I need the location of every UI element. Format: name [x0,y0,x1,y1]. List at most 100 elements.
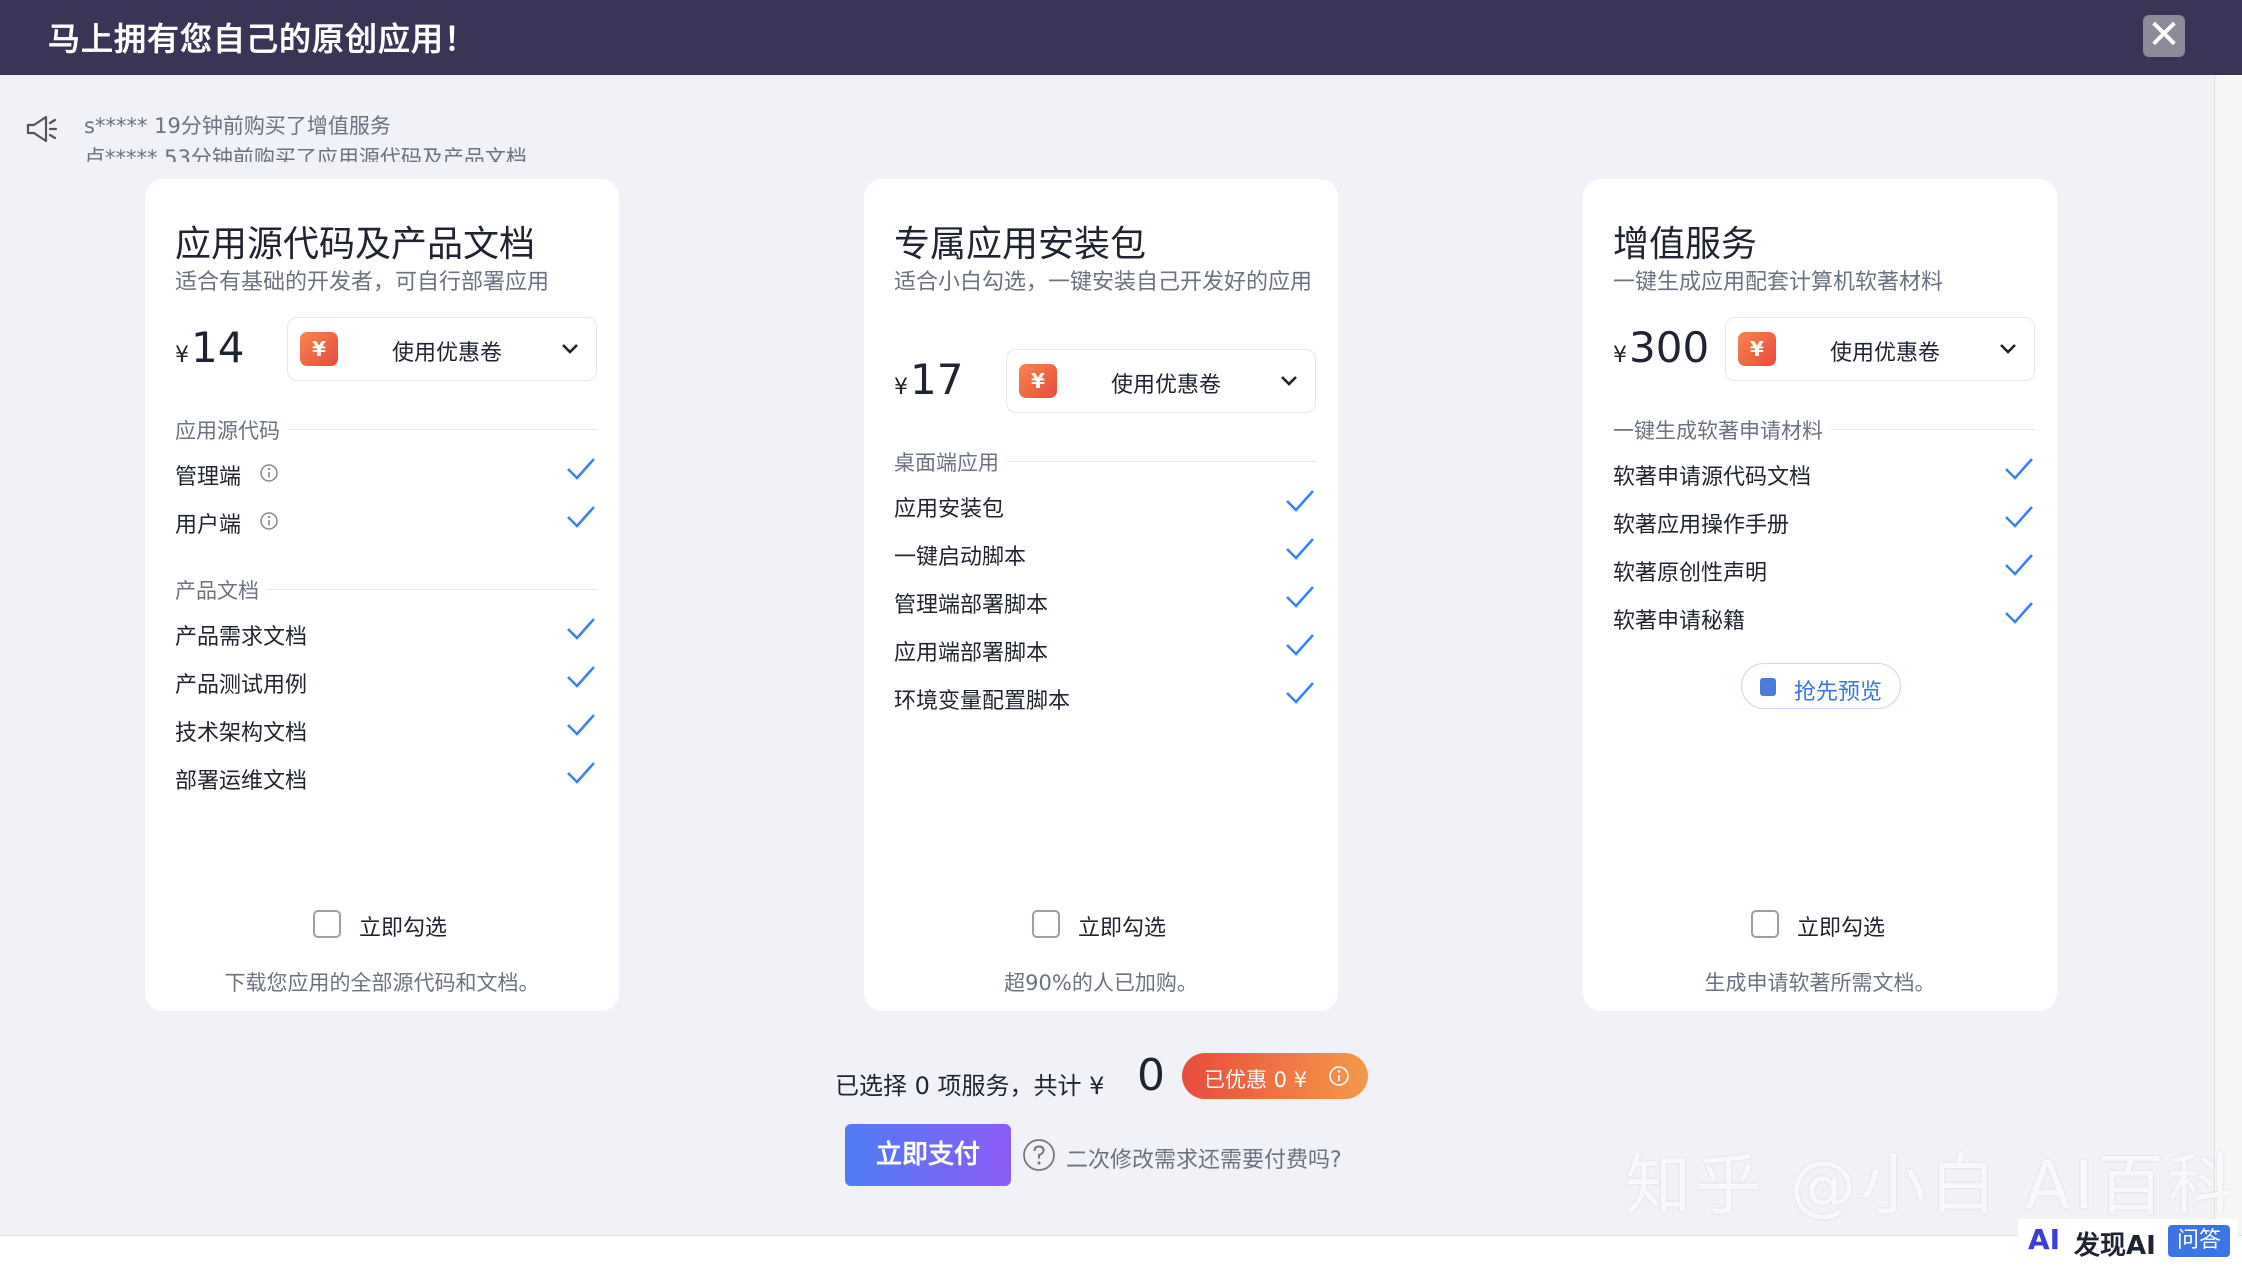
logo-badge: 问答 [2168,1225,2230,1257]
card-title: 专属应用安装包 [894,224,1147,265]
close-button[interactable]: ✕ [2143,15,2185,57]
card-subtitle: 适合小白勾选，一键安装自己开发好的应用 [894,270,1313,295]
footer-strip [0,1235,2242,1267]
coupon-icon: ¥ [300,332,338,366]
card-footer-note: 下载您应用的全部源代码和文档。 [224,971,540,995]
card-title: 应用源代码及产品文档 [175,224,536,265]
feature-item: 用户端 [175,503,597,539]
pay-now-button[interactable]: 立即支付 [845,1124,1011,1186]
feature-label: 软著原创性声明 [1613,561,1768,586]
feature-label: 管理端部署脚本 [894,593,1049,618]
card-title: 增值服务 [1613,224,1758,265]
select-checkbox[interactable] [313,910,341,938]
select-checkbox[interactable] [1751,910,1779,938]
card-subtitle: 适合有基础的开发者，可自行部署应用 [175,270,550,295]
price: ¥300 [1613,323,1709,372]
check-icon [567,506,595,528]
feature-label: 技术架构文档 [175,721,308,746]
info-icon[interactable] [259,463,279,483]
feature-label: 环境变量配置脚本 [894,689,1071,714]
card-footer-note: 超90%的人已加购。 [1004,971,1198,995]
section-label: 应用源代码 [175,415,288,445]
summary-label: 已选择 0 项服务，共计 ¥ [835,1072,1105,1100]
select-label[interactable]: 立即勾选 [1797,910,1885,942]
check-icon [1286,634,1314,656]
feature-item: 应用安装包 [894,487,1316,523]
feature-label: 软著应用操作手册 [1613,513,1790,538]
coupon-select[interactable]: ¥ 使用优惠卷 [1725,317,2035,381]
scrollbar[interactable] [2214,75,2242,1235]
info-icon[interactable] [1328,1065,1350,1087]
installer-card: 专属应用安装包 适合小白勾选，一键安装自己开发好的应用 ¥17 ¥ 使用优惠卷 … [864,179,1338,1011]
price-value: 17 [910,355,964,404]
section-header: 一键生成软著申请材料 [1613,415,2035,445]
corner-logo: AI 发现AI 问答 [2018,1219,2238,1263]
logo-text: 发现AI [2074,1231,2156,1261]
check-icon [567,458,595,480]
feature-item: 技术架构文档 [175,711,597,747]
summary-total: 0 [1137,1050,1165,1101]
feature-label: 应用安装包 [894,497,1005,522]
check-icon [2005,458,2033,480]
currency-symbol: ¥ [175,343,189,368]
section-header: 应用源代码 [175,415,597,445]
chevron-down-icon [2000,344,2016,354]
feature-item: 产品测试用例 [175,663,597,699]
check-icon [1286,538,1314,560]
currency-symbol: ¥ [894,375,908,400]
check-icon [2005,506,2033,528]
price-value: 300 [1629,323,1710,372]
coupon-icon: ¥ [1738,332,1776,366]
section-label: 一键生成软著申请材料 [1613,415,1831,445]
ticker-line: 卢***** 53分钟前购买了应用源代码及产品文档 [84,146,527,162]
coupon-select[interactable]: ¥ 使用优惠卷 [287,317,597,381]
section-label: 桌面端应用 [894,447,1007,477]
discount-label: 已优惠 0 ¥ [1204,1068,1308,1092]
feature-label: 用户端 [175,513,242,538]
feature-label: 产品需求文档 [175,625,308,650]
check-icon [567,618,595,640]
price: ¥17 [894,355,963,404]
card-subtitle: 一键生成应用配套计算机软著材料 [1613,270,1944,295]
feature-item: 一键启动脚本 [894,535,1316,571]
select-label[interactable]: 立即勾选 [1078,910,1166,942]
chevron-down-icon [562,344,578,354]
check-icon [567,762,595,784]
coupon-label: 使用优惠卷 [392,341,503,366]
select-checkbox[interactable] [1032,910,1060,938]
feature-item: 软著申请秘籍 [1613,599,2035,635]
select-label[interactable]: 立即勾选 [359,910,447,942]
feature-label: 产品测试用例 [175,673,308,698]
dialog-header: 马上拥有您自己的原创应用！ ✕ [0,0,2242,75]
value-added-card: 增值服务 一键生成应用配套计算机软著材料 ¥300 ¥ 使用优惠卷 一键生成软著… [1583,179,2057,1011]
question-icon [1023,1139,1055,1171]
feature-label: 软著申请源代码文档 [1613,465,1812,490]
discount-badge: 已优惠 0 ¥ [1182,1053,1368,1099]
logo-mark: AI [2028,1223,2061,1256]
check-icon [1286,586,1314,608]
coupon-select[interactable]: ¥ 使用优惠卷 [1006,349,1316,413]
check-icon [1286,490,1314,512]
check-icon [567,666,595,688]
feature-label: 软著申请秘籍 [1613,609,1746,634]
source-code-card: 应用源代码及产品文档 适合有基础的开发者，可自行部署应用 ¥14 ¥ 使用优惠卷… [145,179,619,1011]
dialog-title: 马上拥有您自己的原创应用！ [48,20,478,58]
check-icon [2005,602,2033,624]
price: ¥14 [175,323,244,372]
feature-item: 应用端部署脚本 [894,631,1316,667]
feature-item: 环境变量配置脚本 [894,679,1316,715]
feature-label: 管理端 [175,465,242,490]
feature-item: 管理端 [175,455,597,491]
info-icon[interactable] [259,511,279,531]
purchase-ticker: s***** 19分钟前购买了增值服务 卢***** 53分钟前购买了应用源代码… [24,104,584,162]
feature-item: 部署运维文档 [175,759,597,795]
check-icon [1286,682,1314,704]
help-label[interactable]: 二次修改需求还需要付费吗? [1066,1142,1342,1174]
preview-button[interactable]: 抢先预览 [1741,663,1901,709]
card-footer-note: 生成申请软著所需文档。 [1704,971,1936,995]
feature-item: 软著申请源代码文档 [1613,455,2035,491]
feature-item: 软著原创性声明 [1613,551,2035,587]
coupon-label: 使用优惠卷 [1111,373,1222,398]
ticker-line: s***** 19分钟前购买了增值服务 [84,114,391,138]
feature-label: 一键启动脚本 [894,545,1027,570]
